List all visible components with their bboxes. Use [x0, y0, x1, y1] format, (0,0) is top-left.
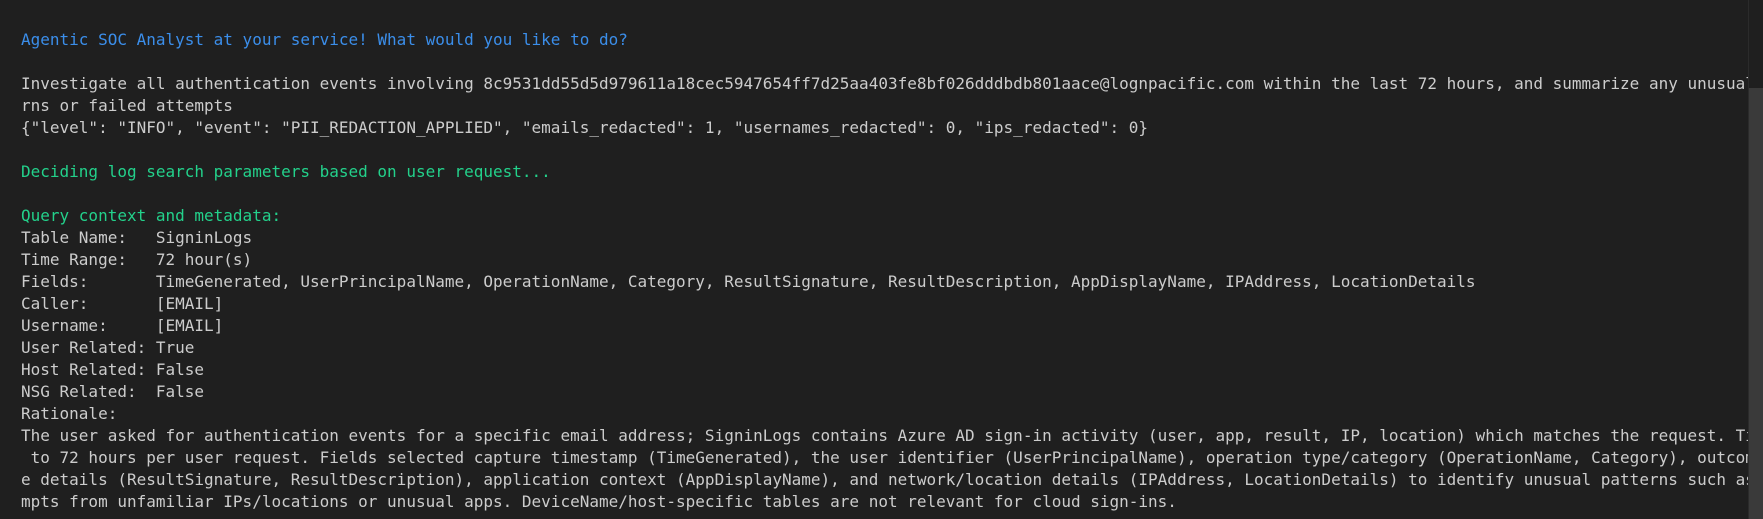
field-caller: Caller: [EMAIL] — [21, 294, 224, 313]
field-table-name: Table Name: SigninLogs — [21, 228, 253, 247]
rationale-line-1: The user asked for authentication events… — [21, 426, 1763, 445]
pii-redaction-log: {"level": "INFO", "event": "PII_REDACTIO… — [21, 118, 1149, 137]
scrollbar-thumb[interactable] — [1749, 88, 1763, 519]
rationale-line-4: mpts from unfamiliar IPs/locations or un… — [21, 492, 1177, 511]
field-fields: Fields: TimeGenerated, UserPrincipalName… — [21, 272, 1476, 291]
terminal-output[interactable]: Agentic SOC Analyst at your service! Wha… — [0, 0, 1763, 519]
agent-prompt: Agentic SOC Analyst at your service! Wha… — [21, 30, 628, 49]
deciding-status: Deciding log search parameters based on … — [21, 162, 551, 181]
rationale-line-2: to 72 hours per user request. Fields sel… — [21, 448, 1763, 467]
field-username: Username: [EMAIL] — [21, 316, 224, 335]
user-request-line-2: rns or failed attempts — [21, 96, 233, 115]
field-time-range: Time Range: 72 hour(s) — [21, 250, 253, 269]
rationale-line-3: e details (ResultSignature, ResultDescri… — [21, 470, 1763, 489]
user-request-line-1: Investigate all authentication events in… — [21, 74, 1763, 93]
field-user-related: User Related: True — [21, 338, 195, 357]
vertical-scrollbar[interactable] — [1748, 0, 1763, 519]
field-host-related: Host Related: False — [21, 360, 205, 379]
field-rationale-label: Rationale: — [21, 404, 118, 423]
field-nsg-related: NSG Related: False — [21, 382, 205, 401]
query-context-header: Query context and metadata: — [21, 206, 282, 225]
